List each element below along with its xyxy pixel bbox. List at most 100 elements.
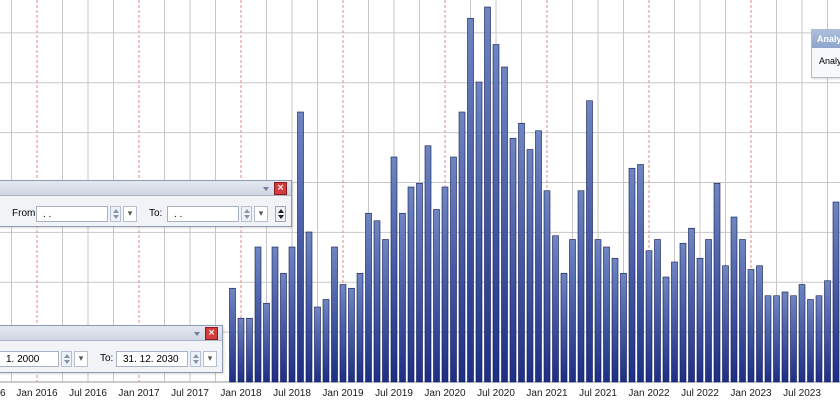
bar: [297, 111, 304, 383]
bar: [730, 216, 738, 383]
bar: [433, 209, 440, 383]
bar: [416, 182, 423, 383]
bar: [773, 295, 780, 383]
bar: [501, 66, 508, 383]
panel-menu-icon[interactable]: [263, 186, 269, 191]
date-range-panel: × 1. 2000 ▾ To: 31. 12. 2030 ▾: [0, 325, 223, 373]
x-tick-label: Jul 2016: [69, 388, 107, 399]
bar: [807, 299, 814, 383]
panel-menu-icon[interactable]: [194, 331, 200, 336]
x-tick-label: Jul 2019: [375, 388, 413, 399]
bar: [382, 239, 389, 383]
bar: [484, 6, 491, 383]
bar: [331, 246, 338, 383]
range-to-date-dropdown[interactable]: ▾: [203, 351, 217, 367]
x-tick-label: Jan 2019: [322, 388, 364, 399]
bar: [399, 212, 406, 383]
bar: [594, 239, 602, 383]
bar: [339, 284, 347, 383]
bar: [756, 265, 763, 383]
bar: [628, 167, 636, 383]
x-tick-label: Jul 2023: [783, 388, 821, 399]
range-to-label: To:: [100, 353, 114, 364]
range-from-date-spinner[interactable]: [61, 351, 72, 367]
bar: [543, 190, 551, 383]
x-tick-label: Jul 2022: [681, 388, 719, 399]
bar: [662, 276, 670, 383]
bar: [552, 235, 559, 383]
bar: [246, 317, 253, 383]
x-tick-label: Jan 2018: [220, 388, 262, 399]
bar: [229, 287, 236, 383]
bar: [620, 272, 627, 383]
bar: [237, 317, 245, 383]
date-range-panel-header[interactable]: ×: [0, 326, 222, 341]
bar: [373, 220, 381, 383]
range-from-date-dropdown[interactable]: ▾: [74, 351, 88, 367]
date-filter-panel-header[interactable]: ×: [0, 181, 291, 196]
bar: [535, 130, 542, 383]
x-tick-label: 6: [0, 388, 6, 399]
bar: [271, 246, 279, 383]
bar: [705, 239, 712, 383]
bar: [509, 137, 517, 383]
x-tick-label: Jul 2021: [579, 388, 617, 399]
from-date-input[interactable]: . .: [36, 206, 108, 222]
analysis-menu-item[interactable]: Analy: [812, 48, 840, 66]
bar: [654, 239, 661, 383]
bar: [747, 269, 755, 383]
bar: [824, 280, 831, 383]
x-tick-label: Jul 2017: [171, 388, 209, 399]
range-to-date-spinner[interactable]: [190, 351, 201, 367]
bar: [467, 17, 474, 383]
bar: [450, 156, 457, 383]
bar: [365, 212, 372, 383]
bar: [314, 306, 321, 383]
bar: [798, 284, 806, 383]
bar: [790, 295, 797, 383]
x-tick-label: Jan 2021: [526, 388, 568, 399]
bar: [611, 257, 619, 383]
to-date-dropdown[interactable]: ▾: [254, 206, 268, 222]
close-icon[interactable]: ×: [274, 182, 287, 195]
to-date-input[interactable]: . .: [167, 206, 239, 222]
analysis-panel: Analy Analy: [811, 29, 840, 78]
from-label: From:: [12, 208, 39, 219]
bar: [322, 299, 330, 383]
bar: [688, 227, 695, 383]
bar: [781, 291, 789, 383]
bar: [407, 186, 415, 383]
x-tick-label: Jan 2022: [628, 388, 670, 399]
bar: [390, 156, 398, 383]
bar: [280, 272, 287, 383]
bar: [832, 201, 840, 383]
close-icon[interactable]: ×: [205, 327, 218, 340]
bar: [492, 44, 500, 383]
range-from-date-input[interactable]: 1. 2000: [0, 351, 59, 367]
panel-stepper[interactable]: [275, 206, 286, 222]
bar: [696, 257, 704, 383]
range-to-date-input[interactable]: 31. 12. 2030: [116, 351, 188, 367]
bar: [739, 239, 746, 383]
analysis-panel-title[interactable]: Analy: [812, 30, 840, 48]
bar: [526, 149, 534, 383]
x-tick-label: Jul 2020: [477, 388, 515, 399]
bar: [586, 100, 593, 383]
bar: [713, 182, 721, 383]
bar: [305, 231, 313, 383]
chart-bars: [229, 6, 840, 383]
from-date-dropdown[interactable]: ▾: [123, 206, 137, 222]
bar: [288, 246, 296, 383]
bar: [441, 186, 449, 383]
bar: [356, 272, 364, 383]
date-filter-panel: × From: . . ▾ To: . . ▾: [0, 180, 292, 227]
bar: [815, 295, 823, 383]
bar: [671, 261, 678, 383]
to-date-spinner[interactable]: [241, 206, 252, 222]
to-label: To:: [149, 208, 163, 219]
bar: [764, 295, 772, 383]
bar: [645, 250, 653, 383]
bar: [254, 246, 262, 383]
from-date-spinner[interactable]: [110, 206, 121, 222]
bar: [637, 164, 644, 383]
